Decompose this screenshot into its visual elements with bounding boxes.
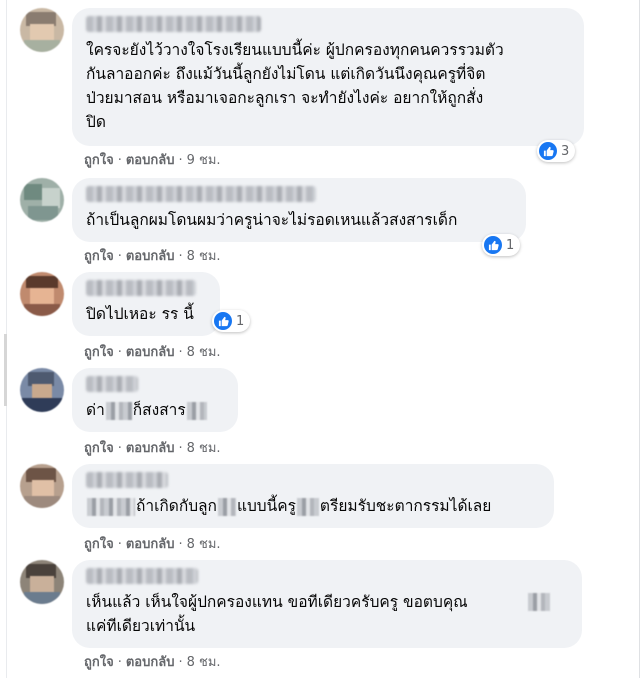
separator: · [178, 655, 183, 670]
comment-text-part: ก็สงสาร [132, 401, 186, 419]
reply-button[interactable]: ตอบกลับ [126, 655, 175, 670]
redacted-word [186, 401, 207, 420]
author-name-redacted[interactable] [86, 280, 196, 296]
comment-text: ถ้าเป็นลูกผมโดนผมว่าครูน่าจะไม่รอดเหนแล้… [86, 211, 458, 229]
comment-3: ปิดไปเหอะ รร นี้ 1 ถูกใจ · ตอบกลับ · 8 ชม. [0, 268, 640, 363]
comment-actions: ถูกใจ · ตอบกลับ · 8 ชม. [84, 536, 221, 554]
avatar[interactable] [20, 178, 64, 222]
author-name-redacted[interactable] [86, 376, 138, 392]
comment-text-part: ถ้าเกิดกับลูก [136, 497, 217, 515]
separator: · [117, 153, 122, 168]
like-button[interactable]: ถูกใจ [84, 537, 114, 552]
comment-4: ด่า ก็สงสาร ถูกใจ · ตอบกลับ · 8 ชม. [0, 364, 640, 459]
comment-text-part: เห็นแล้ว เห็นใจผู้ปกครองแทน ขอทีเดียวครั… [86, 593, 468, 635]
reply-button[interactable]: ตอบกลับ [126, 537, 175, 552]
comment-6: เห็นแล้ว เห็นใจผู้ปกครองแทน ขอทีเดียวครั… [0, 556, 640, 678]
timestamp[interactable]: 8 ชม. [187, 249, 221, 264]
redacted-word [296, 497, 319, 516]
author-name-redacted[interactable] [86, 568, 198, 584]
comment-bubble: ถ้าเกิดกับลูก แบบนี้ครู ตรียมรับชะตากรรมได… [72, 464, 554, 528]
comment-actions: ถูกใจ · ตอบกลับ · 9 ชม. [84, 152, 221, 170]
separator: · [178, 249, 183, 264]
reply-button[interactable]: ตอบกลับ [126, 441, 175, 456]
redacted-word [87, 497, 135, 516]
avatar[interactable] [20, 272, 64, 316]
separator: · [117, 345, 122, 360]
like-icon [214, 312, 232, 330]
comment-5: ถ้าเกิดกับลูก แบบนี้ครู ตรียมรับชะตากรรมได… [0, 460, 640, 555]
timestamp[interactable]: 8 ชม. [187, 655, 221, 670]
comment-bubble: ใครจะยังไว้วางใจโรงเรียนแบบนี้ค่ะ ผู้ปกค… [72, 8, 584, 146]
comment-actions: ถูกใจ · ตอบกลับ · 8 ชม. [84, 440, 221, 458]
comment-2: ถ้าเป็นลูกผมโดนผมว่าครูน่าจะไม่รอดเหนแล้… [0, 176, 640, 271]
redacted-word [217, 497, 236, 516]
comment-bubble: ด่า ก็สงสาร [72, 368, 238, 432]
comment-text: ถ้าเกิดกับลูก แบบนี้ครู ตรียมรับชะตากรรมได… [86, 494, 540, 518]
reaction-count[interactable]: 3 [537, 140, 576, 162]
reply-button[interactable]: ตอบกลับ [126, 249, 175, 264]
like-button[interactable]: ถูกใจ [84, 441, 114, 456]
comment-text: ปิดไปเหอะ รร นี้ [86, 305, 194, 323]
like-button[interactable]: ถูกใจ [84, 249, 114, 264]
reply-button[interactable]: ตอบกลับ [126, 153, 175, 168]
reaction-count[interactable]: 1 [482, 234, 521, 256]
author-name-redacted[interactable] [86, 186, 316, 202]
comment-text: ด่า ก็สงสาร [86, 398, 224, 422]
reaction-count[interactable]: 1 [212, 310, 251, 332]
timestamp[interactable]: 8 ชม. [187, 441, 221, 456]
comment-bubble: ปิดไปเหอะ รร นี้ [72, 272, 220, 336]
comment-1: ใครจะยังไว้วางใจโรงเรียนแบบนี้ค่ะ ผู้ปกค… [0, 0, 640, 175]
like-button[interactable]: ถูกใจ [84, 345, 114, 360]
reaction-number: 3 [561, 143, 570, 159]
comment-text: เห็นแล้ว เห็นใจผู้ปกครองแทน ขอทีเดียวครั… [86, 590, 568, 638]
separator: · [117, 655, 122, 670]
avatar[interactable] [20, 368, 64, 412]
comment-text-part: แบบนี้ครู [236, 497, 296, 515]
comment-actions: ถูกใจ · ตอบกลับ · 8 ชม. [84, 248, 221, 266]
redacted-word [105, 401, 132, 420]
comment-text-part: ด่า [86, 401, 105, 419]
like-icon [484, 236, 502, 254]
comment-text: ใครจะยังไว้วางใจโรงเรียนแบบนี้ค่ะ ผู้ปกค… [86, 41, 504, 131]
separator: · [178, 345, 183, 360]
avatar[interactable] [20, 8, 64, 52]
avatar[interactable] [20, 464, 64, 508]
comment-text-part: ตรียมรับชะตากรรมได้เลย [319, 497, 492, 515]
reply-button[interactable]: ตอบกลับ [126, 345, 175, 360]
comment-actions: ถูกใจ · ตอบกลับ · 8 ชม. [84, 344, 221, 362]
timestamp[interactable]: 8 ชม. [187, 345, 221, 360]
separator: · [178, 153, 183, 168]
redacted-word [528, 593, 550, 611]
comment-bubble: ถ้าเป็นลูกผมโดนผมว่าครูน่าจะไม่รอดเหนแล้… [72, 178, 526, 242]
reaction-number: 1 [236, 313, 245, 329]
separator: · [178, 441, 183, 456]
avatar[interactable] [20, 560, 64, 604]
like-icon [539, 142, 557, 160]
comment-actions: ถูกใจ · ตอบกลับ · 8 ชม. [84, 654, 221, 672]
separator: · [117, 441, 122, 456]
separator: · [178, 537, 183, 552]
separator: · [117, 249, 122, 264]
author-name-redacted[interactable] [86, 16, 261, 32]
comment-bubble: เห็นแล้ว เห็นใจผู้ปกครองแทน ขอทีเดียวครั… [72, 560, 582, 648]
timestamp[interactable]: 9 ชม. [187, 153, 221, 168]
separator: · [117, 537, 122, 552]
like-button[interactable]: ถูกใจ [84, 655, 114, 670]
reaction-number: 1 [506, 237, 515, 253]
timestamp[interactable]: 8 ชม. [187, 537, 221, 552]
like-button[interactable]: ถูกใจ [84, 153, 114, 168]
author-name-redacted[interactable] [86, 472, 168, 488]
